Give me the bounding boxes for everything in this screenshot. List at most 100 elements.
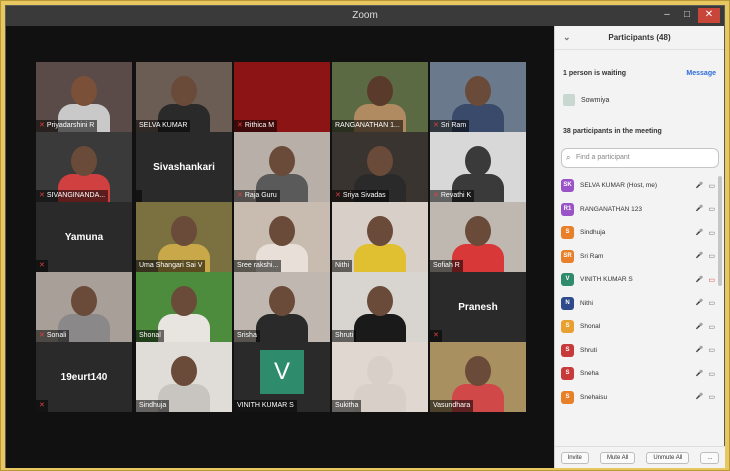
camera-icon[interactable]: ▭: [708, 252, 715, 260]
tile-name-label: Sri Ram: [440, 122, 467, 129]
participant-tile[interactable]: Srisha: [234, 272, 330, 342]
tile-name-bar: Srisha: [234, 330, 260, 342]
tile-name-bar: ✕: [36, 260, 48, 272]
participant-search-input[interactable]: ⌕ Find a participant: [561, 148, 719, 168]
camera-icon[interactable]: ▭: [708, 299, 715, 307]
participants-title: Participants (48): [608, 33, 671, 42]
participant-row[interactable]: S Snehaisu 🎤 ▭: [561, 386, 719, 410]
participant-tile[interactable]: Yamuna ✕: [36, 202, 132, 272]
camera-icon[interactable]: ▭: [708, 205, 715, 213]
tile-name-bar: ✕ Revathi K: [430, 190, 475, 202]
mic-muted-icon: ✕: [39, 402, 45, 409]
participant-tile[interactable]: ✕ Raja Guru: [234, 132, 330, 202]
participant-avatar: R1: [561, 202, 574, 216]
waiting-avatar: [563, 94, 575, 106]
invite-button[interactable]: Invite: [560, 451, 589, 464]
participant-tile[interactable]: Nithi: [332, 202, 428, 272]
participant-tile[interactable]: Shonal: [136, 272, 232, 342]
microphone-icon[interactable]: 🎤: [696, 299, 703, 307]
microphone-icon[interactable]: 🎤: [696, 229, 703, 237]
collapse-icon[interactable]: ⌄: [563, 32, 571, 43]
participant-tile[interactable]: Sivashankari: [136, 132, 232, 202]
participant-tile[interactable]: ✕ SIVANGINANDA...: [36, 132, 132, 202]
participant-tile[interactable]: RANGANATHAN 1...: [332, 62, 428, 132]
participant-row[interactable]: SR Sri Ram 🎤 ▭: [561, 245, 719, 269]
microphone-icon[interactable]: 🎤: [696, 370, 703, 378]
participant-tile[interactable]: SELVA KUMAR: [136, 62, 232, 132]
participant-head: [71, 286, 97, 316]
participant-row[interactable]: S Shonal 🎤 ▭: [561, 315, 719, 339]
participant-tile[interactable]: ✕ Rithica M: [234, 62, 330, 132]
maximize-button[interactable]: □: [678, 8, 696, 23]
mute-all-button[interactable]: Mute All: [599, 451, 636, 464]
participant-tile[interactable]: ✕ Revathi K: [430, 132, 526, 202]
window-title: Zoom: [352, 10, 378, 21]
tile-name-bar: Shonal: [136, 330, 164, 342]
microphone-icon[interactable]: 🎤: [696, 182, 703, 190]
tile-name-label: SELVA KUMAR: [139, 122, 188, 129]
participant-row[interactable]: R1 RANGANATHAN 123 🎤 ▭: [561, 198, 719, 222]
participant-body: [354, 244, 406, 272]
participant-avatar: S: [561, 343, 574, 357]
tile-name-label: Srisha: [237, 332, 257, 339]
camera-icon[interactable]: ▭: [708, 229, 715, 237]
microphone-icon[interactable]: 🎤: [696, 323, 703, 331]
microphone-icon[interactable]: 🎤: [696, 252, 703, 260]
tile-name-label: SIVANGINANDA...: [46, 192, 106, 199]
participant-row[interactable]: S Shruti 🎤 ▭: [561, 339, 719, 363]
tile-name-label: Sofiah R: [433, 262, 460, 269]
participant-tile[interactable]: Shruti: [332, 272, 428, 342]
message-button[interactable]: Message: [686, 70, 716, 77]
camera-icon[interactable]: ▭: [708, 323, 715, 331]
participant-row[interactable]: N Nithi 🎤 ▭: [561, 292, 719, 316]
more-options-button[interactable]: ...: [700, 451, 720, 464]
minimize-button[interactable]: –: [658, 8, 676, 23]
participant-row[interactable]: V VINITH KUMAR S 🎤 ▭: [561, 268, 719, 292]
unmute-all-button[interactable]: Unmute All: [646, 451, 690, 464]
camera-icon[interactable]: ▭: [708, 370, 715, 378]
microphone-icon[interactable]: 🎤: [696, 346, 703, 354]
tile-name-label: Revathi K: [440, 192, 472, 199]
participant-tile[interactable]: Sukitha: [332, 342, 428, 412]
participant-status-icons: 🎤 ▭: [696, 252, 715, 260]
tile-name-bar: Sindhuja: [136, 400, 170, 412]
participant-list-scrollbar[interactable]: [718, 176, 722, 286]
microphone-icon[interactable]: 🎤: [696, 393, 703, 401]
participant-tile[interactable]: ✕ Sriya Sivadas: [332, 132, 428, 202]
tile-name-bar: VINITH KUMAR S: [234, 400, 297, 412]
participant-row[interactable]: S Sindhuja 🎤 ▭: [561, 221, 719, 245]
tile-name-label: Sonali: [46, 332, 67, 339]
participant-tile[interactable]: ✕ Priyadarshini R: [36, 62, 132, 132]
camera-icon[interactable]: ▭: [708, 182, 715, 190]
participant-tile[interactable]: Sindhuja: [136, 342, 232, 412]
participant-tile[interactable]: V VINITH KUMAR S: [234, 342, 330, 412]
microphone-icon[interactable]: 🎤: [696, 205, 703, 213]
participant-name: Nithi: [580, 299, 594, 307]
participant-avatar: SR: [561, 249, 574, 263]
microphone-icon[interactable]: 🎤: [696, 276, 703, 284]
participant-tile[interactable]: 19eurt140 ✕: [36, 342, 132, 412]
participant-tile[interactable]: Sree rakshi...: [234, 202, 330, 272]
participant-tile[interactable]: Pranesh ✕: [430, 272, 526, 342]
participant-tile[interactable]: ✕ Sri Ram: [430, 62, 526, 132]
participant-tile[interactable]: Uma Shangari Sai V: [136, 202, 232, 272]
participant-avatar: S: [561, 390, 574, 404]
participant-name: Sneha: [580, 370, 599, 378]
camera-icon[interactable]: ▭: [708, 393, 715, 401]
tile-name-label: Priyadarshini R: [46, 122, 95, 129]
participant-row[interactable]: SK SELVA KUMAR (Host, me) 🎤 ▭: [561, 174, 719, 198]
camera-icon[interactable]: ▭: [708, 276, 715, 284]
close-button[interactable]: ✕: [698, 8, 720, 23]
participant-tile[interactable]: Sofiah R: [430, 202, 526, 272]
participant-head: [465, 216, 491, 246]
in-meeting-label: 38 participants in the meeting: [563, 128, 662, 135]
participants-panel: ⌄ Participants (48) 1 person is waiting …: [554, 26, 725, 468]
panel-header: ⌄ Participants (48): [555, 26, 724, 50]
participant-tile[interactable]: ✕ Sonali: [36, 272, 132, 342]
waiting-participant[interactable]: Sowmiya: [563, 94, 609, 106]
tile-name-label: Sree rakshi...: [237, 262, 279, 269]
participant-row[interactable]: S Sneha 🎤 ▭: [561, 362, 719, 386]
camera-icon[interactable]: ▭: [708, 346, 715, 354]
participant-tile[interactable]: Vasundhara: [430, 342, 526, 412]
participant-status-icons: 🎤 ▭: [696, 205, 715, 213]
